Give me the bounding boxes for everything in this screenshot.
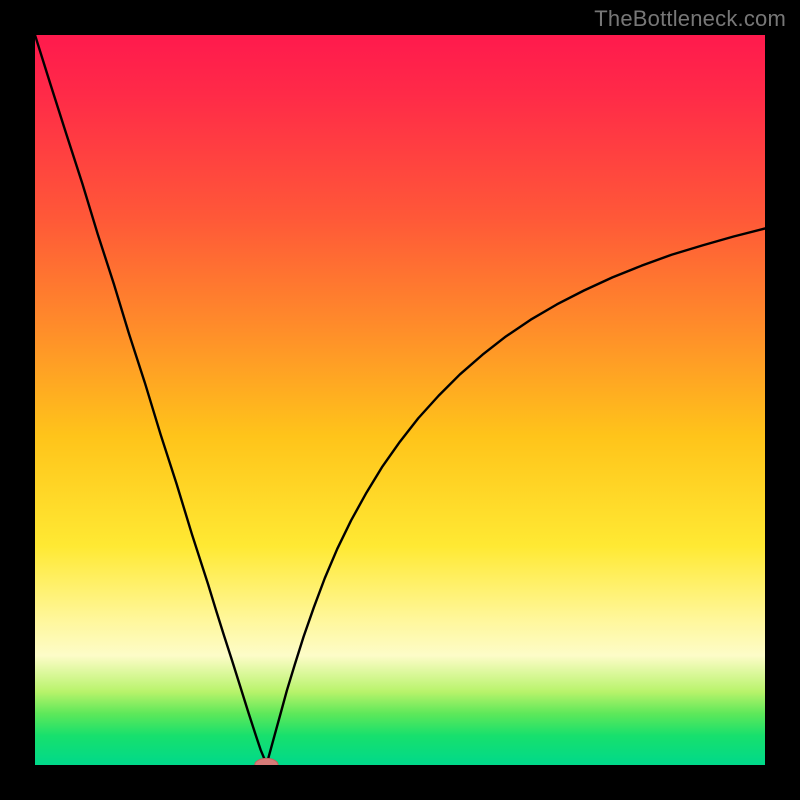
curve-layer xyxy=(35,35,765,765)
minimum-marker xyxy=(255,758,278,765)
outer-frame: TheBottleneck.com xyxy=(0,0,800,800)
plot-area xyxy=(35,35,765,765)
bottleneck-curve xyxy=(35,35,765,765)
watermark-text: TheBottleneck.com xyxy=(594,6,786,32)
